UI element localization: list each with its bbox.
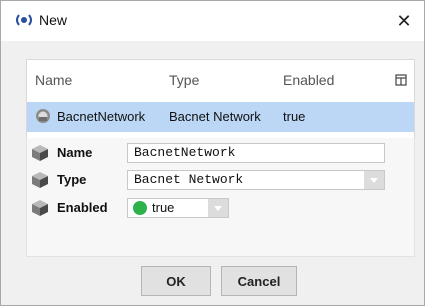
- network-globe-icon: [36, 109, 50, 123]
- cell-type: Bacnet Network: [169, 109, 261, 124]
- type-select[interactable]: Bacnet Network: [127, 170, 385, 190]
- cube-icon: [32, 200, 48, 216]
- type-select-value: Bacnet Network: [134, 172, 244, 187]
- enabled-select[interactable]: true: [127, 198, 229, 218]
- chevron-down-icon[interactable]: [364, 171, 384, 189]
- title-bar: New ✕: [1, 1, 424, 41]
- enabled-select-value: true: [152, 200, 175, 215]
- property-enabled-row: Enabled true: [27, 197, 414, 219]
- property-type-row: Type Bacnet Network: [27, 169, 414, 191]
- network-broadcast-icon: [16, 14, 32, 26]
- dialog-title: New: [39, 12, 68, 28]
- ok-button[interactable]: OK: [141, 266, 211, 296]
- network-table: Name Type Enabled BacnetNetwork Bacnet N…: [26, 59, 415, 140]
- cell-enabled: true: [283, 109, 306, 124]
- table-row[interactable]: BacnetNetwork Bacnet Network true: [27, 102, 414, 132]
- name-label: Name: [57, 145, 93, 160]
- table-header: Name Type Enabled: [27, 60, 414, 102]
- name-field[interactable]: BacnetNetwork: [127, 143, 385, 163]
- enabled-label: Enabled: [57, 200, 108, 215]
- property-name-row: Name BacnetNetwork: [27, 142, 414, 164]
- column-chooser-icon[interactable]: [395, 74, 407, 86]
- type-label: Type: [57, 172, 87, 187]
- column-header-type[interactable]: Type: [169, 72, 199, 88]
- property-sheet: Name BacnetNetwork Type Bacnet Network E…: [26, 138, 415, 257]
- status-dot-icon: [133, 201, 147, 215]
- column-header-enabled[interactable]: Enabled: [283, 72, 334, 88]
- new-dialog: New ✕ Name Type Enabled BacnetNetwork Ba…: [0, 0, 425, 306]
- close-button[interactable]: ✕: [390, 7, 418, 35]
- cube-icon: [32, 172, 48, 188]
- column-header-name[interactable]: Name: [35, 72, 72, 88]
- cube-icon: [32, 145, 48, 161]
- cell-name: BacnetNetwork: [57, 109, 146, 124]
- chevron-down-icon[interactable]: [208, 199, 228, 217]
- cancel-button[interactable]: Cancel: [221, 266, 297, 296]
- close-icon: ✕: [396, 11, 412, 31]
